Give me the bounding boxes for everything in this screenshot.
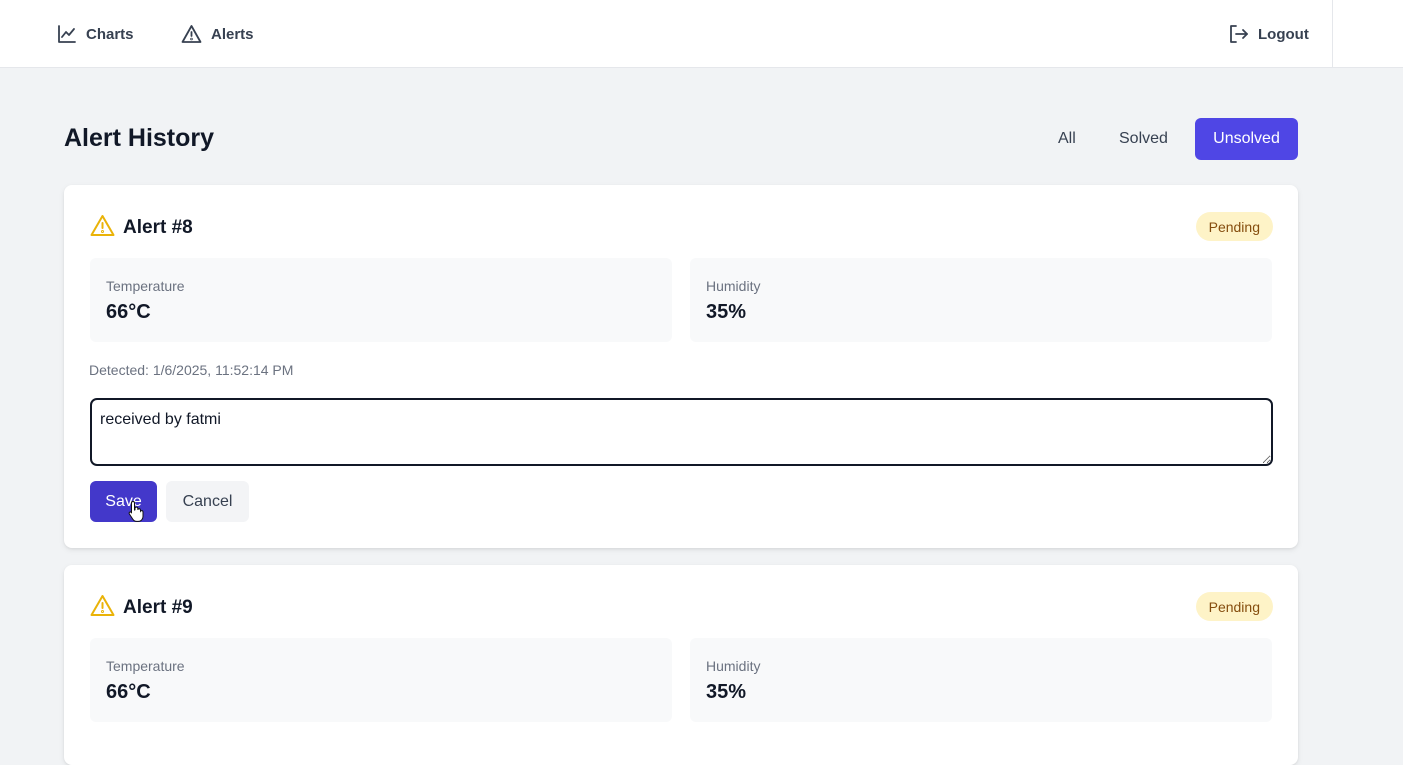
humidity-value: 35% (706, 681, 747, 703)
temperature-label: Temperature (106, 278, 185, 294)
alert-card: Alert #8 Pending Temperature 66°C Humidi… (64, 185, 1298, 548)
temperature-panel: Temperature 66°C (90, 258, 672, 342)
warning-triangle-icon (90, 214, 115, 242)
temperature-value: 66°C (106, 681, 151, 703)
alert-card: Alert #9 Pending Temperature 66°C Humidi… (64, 565, 1298, 765)
nav-alerts-link[interactable]: Alerts (181, 22, 254, 46)
status-badge: Pending (1195, 212, 1273, 241)
page-title: Alert History (64, 124, 215, 152)
filter-solved-button[interactable]: Solved (1102, 118, 1185, 160)
warning-triangle-icon (90, 594, 115, 622)
alert-title: Alert #8 (123, 217, 193, 238)
logout-label: Logout (1258, 25, 1309, 43)
status-badge: Pending (1195, 592, 1273, 621)
alert-title: Alert #9 (123, 597, 193, 618)
filter-all-button[interactable]: All (1041, 118, 1093, 160)
temperature-panel: Temperature 66°C (90, 638, 672, 722)
alert-header: Alert #9 (90, 594, 193, 622)
navbar-divider (1332, 0, 1333, 68)
top-navbar: Charts Alerts Logout (0, 0, 1403, 68)
humidity-label: Humidity (706, 278, 761, 294)
nav-alerts-label: Alerts (211, 25, 254, 43)
nav-charts-label: Charts (86, 25, 134, 43)
temperature-value: 66°C (106, 301, 151, 323)
temperature-label: Temperature (106, 658, 185, 674)
humidity-panel: Humidity 35% (690, 638, 1272, 722)
humidity-value: 35% (706, 301, 747, 323)
warning-triangle-icon (181, 24, 202, 44)
note-textarea[interactable] (90, 398, 1273, 466)
logout-icon (1228, 24, 1249, 44)
filter-unsolved-button[interactable]: Unsolved (1195, 118, 1298, 160)
alert-header: Alert #8 (90, 214, 193, 242)
humidity-label: Humidity (706, 658, 761, 674)
humidity-panel: Humidity 35% (690, 258, 1272, 342)
line-chart-icon (57, 24, 77, 44)
logout-button[interactable]: Logout (1228, 22, 1309, 46)
nav-charts-link[interactable]: Charts (57, 22, 134, 46)
detected-timestamp: Detected: 1/6/2025, 11:52:14 PM (89, 362, 294, 378)
save-button[interactable]: Save (90, 481, 157, 522)
cancel-button[interactable]: Cancel (166, 481, 249, 522)
